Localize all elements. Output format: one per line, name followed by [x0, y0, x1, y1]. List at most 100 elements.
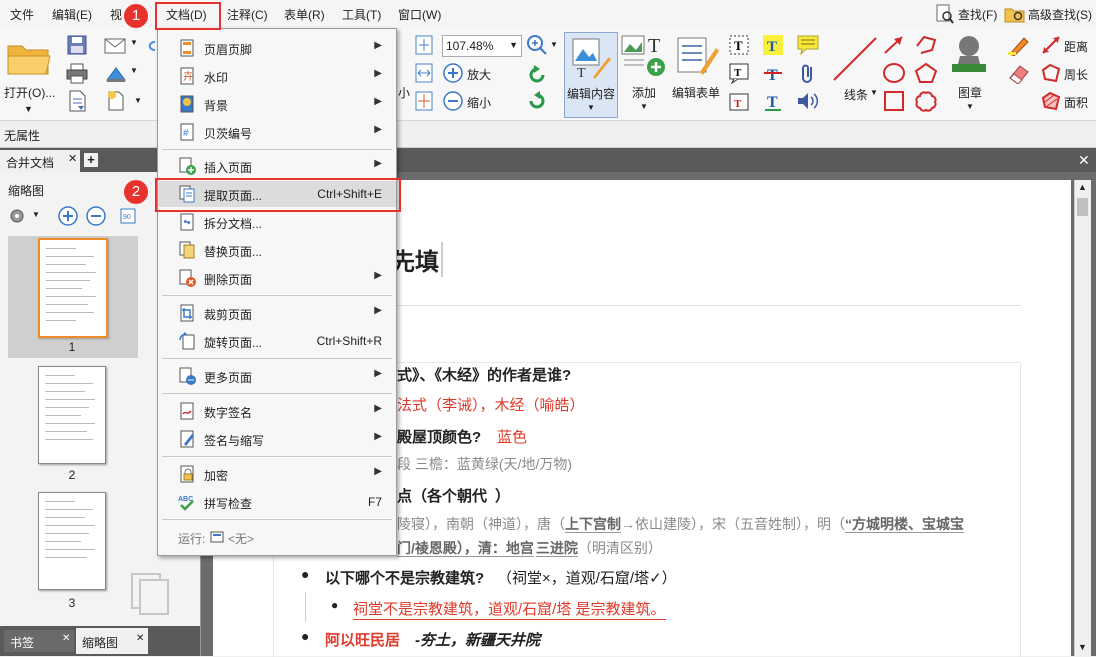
menu-item-rotate-pages[interactable]: 旋转页面... Ctrl+Shift+R [158, 328, 396, 354]
stamp-icon[interactable] [946, 32, 992, 78]
line-label[interactable]: 线条 [844, 86, 868, 103]
advanced-find-icon[interactable] [1004, 4, 1026, 24]
menu-file[interactable]: 文件 [10, 6, 34, 23]
distance-icon[interactable] [1040, 34, 1062, 56]
menu-view[interactable]: 视 [110, 6, 122, 23]
underline-icon[interactable]: T [762, 90, 784, 112]
eraser-icon[interactable] [1006, 62, 1032, 85]
chevron-down-icon[interactable]: ▼ [870, 88, 878, 97]
menu-item-bates-numbering[interactable]: # 贝茨编号 ▶ [158, 119, 396, 145]
undo-icon[interactable] [146, 38, 156, 54]
menu-item-crop-pages[interactable]: 裁剪页面 ▶ [158, 300, 396, 326]
zoom-in-label[interactable]: 放大 [467, 66, 491, 83]
note-icon[interactable] [796, 34, 820, 56]
advanced-find-button[interactable]: 高级查找(S) [1028, 6, 1092, 23]
cloud-upload-icon[interactable] [104, 64, 128, 84]
page-thumbnail[interactable] [38, 238, 108, 338]
fit-page-icon[interactable] [414, 34, 434, 56]
highlight-text-icon[interactable]: T [762, 34, 784, 56]
menu-comment[interactable]: 注释(C) [227, 6, 268, 23]
rotate-page-icon[interactable]: 90 [118, 206, 138, 226]
line-tool-icon[interactable] [830, 34, 880, 84]
zoom-out-icon[interactable] [86, 206, 106, 226]
tab-thumbnails[interactable]: 缩略图 ✕ [76, 628, 148, 654]
scroll-up-icon[interactable]: ▲ [1078, 182, 1087, 192]
chevron-down-icon[interactable]: ▼ [134, 96, 142, 105]
menu-edit[interactable]: 编辑(E) [52, 6, 92, 23]
arrow-tool-icon[interactable] [882, 34, 906, 56]
zoom-out-icon[interactable] [443, 91, 463, 111]
menu-item-digital-signature[interactable]: 数字签名 ▶ [158, 398, 396, 424]
email-icon[interactable] [104, 36, 128, 56]
menu-item-header-footer[interactable]: 页眉页脚 ▶ [158, 35, 396, 61]
menu-item-encrypt[interactable]: 加密 ▶ [158, 461, 396, 487]
scroll-thumb[interactable] [1077, 198, 1088, 216]
find-icon[interactable] [934, 4, 954, 24]
menu-item-run[interactable]: 运行: <无> [158, 524, 396, 550]
open-folder-icon[interactable] [6, 38, 52, 78]
highlighter-icon[interactable] [1006, 34, 1032, 57]
menu-form[interactable]: 表单(R) [284, 6, 325, 23]
menu-item-spell-check[interactable]: ABC 拼写检查 F7 [158, 489, 396, 515]
new-document-icon[interactable] [66, 90, 88, 112]
close-icon[interactable]: ✕ [1078, 152, 1090, 169]
page-thumbnail[interactable] [38, 492, 106, 590]
scroll-down-icon[interactable]: ▼ [1078, 642, 1087, 652]
menu-item-replace-pages[interactable]: 替换页面... [158, 237, 396, 263]
add-label[interactable]: 添加 [632, 84, 656, 101]
cloud-tool-icon[interactable] [914, 90, 938, 112]
edit-form-icon[interactable] [674, 34, 720, 78]
settings-gear-icon[interactable] [8, 206, 30, 226]
menu-item-watermark[interactable]: 卉 水印 ▶ [158, 63, 396, 89]
menu-item-split-document[interactable]: 拆分文档... [158, 209, 396, 235]
perimeter-label[interactable]: 周长 [1064, 66, 1088, 83]
rotate-right-icon[interactable] [526, 90, 548, 112]
stamp-label[interactable]: 图章 [958, 84, 982, 101]
menu-window[interactable]: 窗口(W) [398, 6, 441, 23]
rotate-left-icon[interactable] [526, 64, 548, 86]
zoom-in-icon[interactable] [443, 63, 463, 83]
zoom-out-label[interactable]: 缩小 [467, 94, 491, 111]
chevron-down-icon[interactable]: ▼ [130, 66, 138, 75]
menu-tools[interactable]: 工具(T) [342, 6, 381, 23]
add-content-icon[interactable]: T [620, 34, 668, 78]
area-icon[interactable] [1040, 90, 1062, 112]
attach-file-icon[interactable] [798, 62, 818, 84]
close-icon[interactable]: ✕ [136, 633, 144, 644]
zoom-tool-icon[interactable] [526, 34, 548, 56]
menu-item-sign-initial[interactable]: 签名与缩写 ▶ [158, 426, 396, 452]
distance-label[interactable]: 距离 [1064, 38, 1088, 55]
find-button[interactable]: 查找(F) [958, 6, 997, 23]
chevron-down-icon[interactable]: ▼ [640, 102, 648, 111]
polygon-tool-icon[interactable] [914, 62, 938, 84]
fit-visible-icon[interactable] [414, 90, 434, 112]
print-icon[interactable] [66, 62, 88, 84]
tab-bookmarks[interactable]: 书签 ✕ [4, 630, 74, 652]
chevron-down-icon[interactable]: ▼ [24, 104, 33, 114]
polyline-tool-icon[interactable] [914, 34, 938, 56]
close-icon[interactable]: ✕ [62, 633, 70, 644]
save-icon[interactable] [66, 34, 88, 56]
perimeter-icon[interactable] [1040, 62, 1062, 84]
typewriter-icon[interactable]: T [728, 90, 750, 112]
sound-icon[interactable] [796, 90, 820, 112]
chevron-down-icon[interactable]: ▼ [966, 102, 974, 111]
zoom-in-icon[interactable] [58, 206, 78, 226]
chevron-down-icon[interactable]: ▼ [130, 38, 138, 47]
edit-content-button[interactable]: T 编辑内容 ▼ [564, 32, 618, 118]
fit-width-icon[interactable] [414, 62, 434, 84]
vertical-scrollbar[interactable]: ▲ ▼ [1074, 180, 1091, 656]
zoom-select[interactable]: 107.48% ▼ [442, 35, 522, 57]
open-label[interactable]: 打开(O)... [4, 84, 55, 101]
new-tab-icon[interactable]: + [84, 153, 98, 167]
menu-item-background[interactable]: 背景 ▶ [158, 91, 396, 117]
rectangle-tool-icon[interactable] [882, 90, 906, 112]
menu-item-more-pages[interactable]: 更多页面 ▶ [158, 363, 396, 389]
close-icon[interactable]: ✕ [68, 152, 77, 165]
textbox-icon[interactable]: T [728, 34, 750, 56]
tab-merged-document[interactable]: 合并文档 ✕ [0, 150, 80, 172]
page-thumbnail[interactable] [38, 366, 106, 464]
strikeout-icon[interactable]: T [762, 62, 784, 84]
edit-form-label[interactable]: 编辑表单 [672, 84, 720, 101]
menu-item-insert-pages[interactable]: 插入页面 ▶ [158, 153, 396, 179]
